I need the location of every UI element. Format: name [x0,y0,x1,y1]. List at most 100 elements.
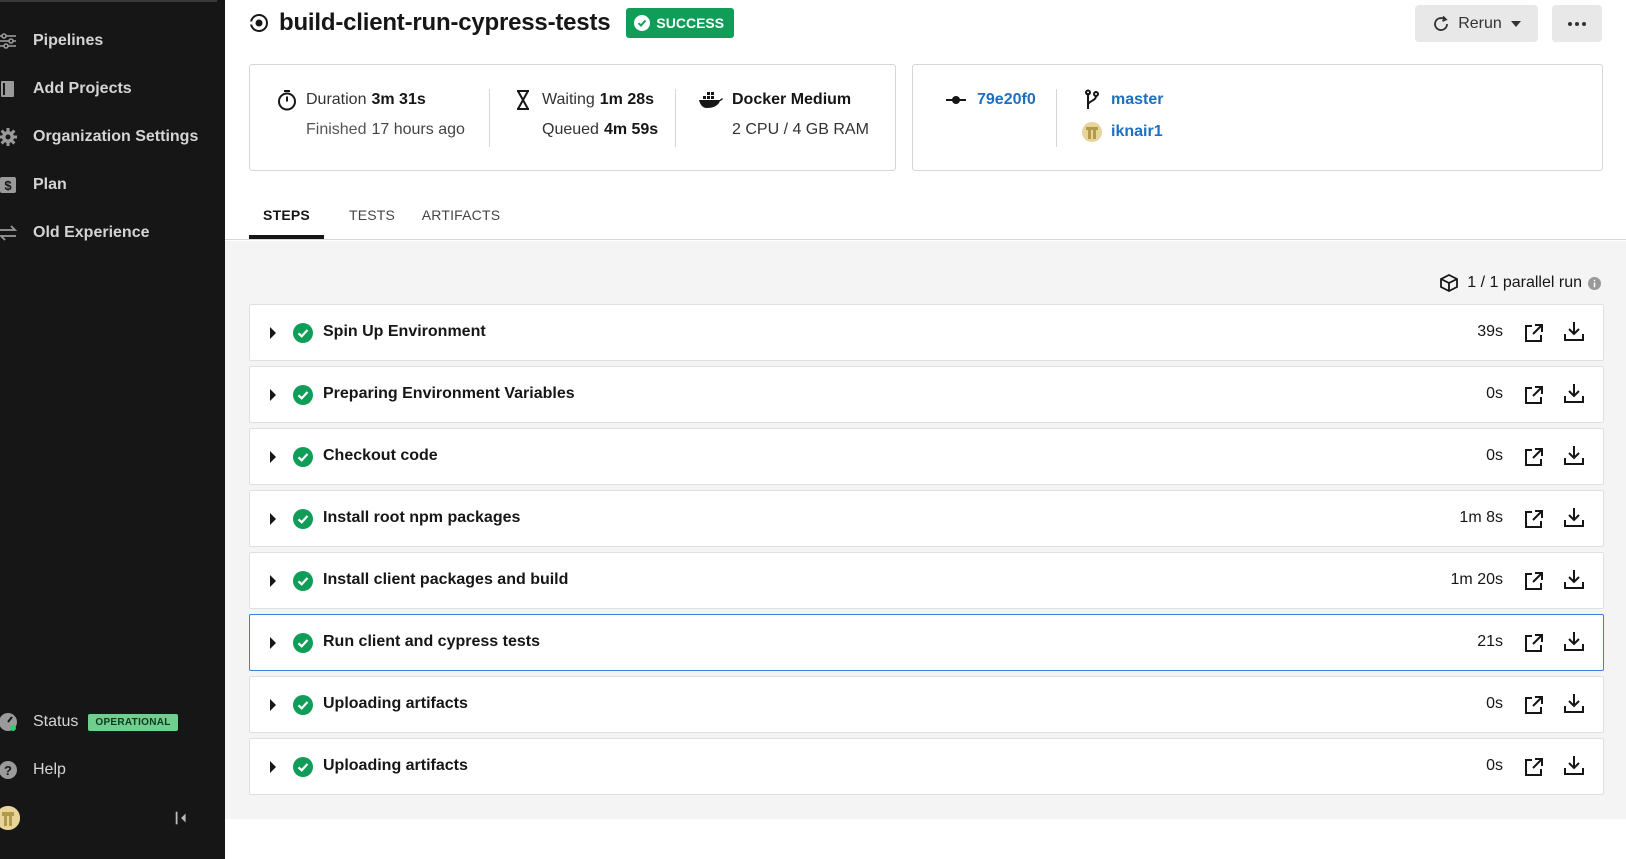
check-circle-icon [293,323,313,343]
sidebar-item-pipelines[interactable]: Pipelines [0,23,103,59]
chevron-down-icon [1510,20,1521,27]
check-circle-icon [293,571,313,591]
step-row[interactable]: Spin Up Environment 39s [249,304,1604,361]
download-icon[interactable] [1563,692,1585,714]
info-icon[interactable] [1588,276,1601,290]
rerun-button[interactable]: Rerun [1415,5,1538,42]
sidebar-item-old-experience[interactable]: Old Experience [0,215,150,251]
open-external-icon[interactable] [1523,508,1545,530]
user-link[interactable]: iknair1 [1111,123,1163,141]
status-link[interactable]: Status OPERATIONAL [0,708,178,736]
expand-caret-icon[interactable] [270,575,276,587]
sidebar-item-add-projects[interactable]: Add Projects [0,71,132,107]
sidebar-item-label: Old Experience [33,224,150,241]
sidebar: Pipelines Add Projects Organization Sett… [0,0,225,859]
download-icon[interactable] [1563,506,1585,528]
open-external-icon[interactable] [1523,632,1545,654]
expand-caret-icon[interactable] [270,699,276,711]
sidebar-divider [0,0,217,2]
job-header: build-client-run-cypress-tests SUCCESS [247,6,735,40]
branch-row: master [1081,89,1163,111]
download-icon[interactable] [1563,320,1585,342]
tab-steps[interactable]: STEPS [249,190,324,239]
duration-row: Duration 3m 31s [276,89,426,111]
step-name: Spin Up Environment [323,323,486,340]
tab-tests[interactable]: TESTS [337,190,407,239]
download-icon[interactable] [1563,754,1585,776]
swap-icon [0,223,18,243]
step-duration: 21s [1477,633,1503,650]
step-duration: 0s [1486,385,1503,402]
step-row[interactable]: Uploading artifacts 0s [249,738,1604,795]
divider [1056,89,1057,147]
more-actions-button[interactable] [1552,5,1602,42]
step-duration: 0s [1486,447,1503,464]
stopwatch-icon [276,89,298,111]
expand-caret-icon[interactable] [270,513,276,525]
commit-sha-link[interactable]: 79e20f0 [977,91,1036,109]
step-row[interactable]: Uploading artifacts 0s [249,676,1604,733]
executor-row: Docker Medium [698,89,851,111]
check-circle-icon [293,447,313,467]
tab-bar: STEPS TESTS ARTIFACTS [225,190,1626,240]
expand-caret-icon[interactable] [270,327,276,339]
open-external-icon[interactable] [1523,446,1545,468]
divider [675,89,676,147]
hourglass-icon [512,89,534,111]
commit-icon [945,89,967,111]
download-icon[interactable] [1563,444,1585,466]
page-title: build-client-run-cypress-tests [279,9,611,36]
step-row[interactable]: Preparing Environment Variables 0s [249,366,1604,423]
queued-row: Queued 4m 59s [542,121,658,139]
step-duration: 39s [1477,323,1503,340]
step-name: Checkout code [323,447,438,464]
expand-caret-icon[interactable] [270,761,276,773]
open-external-icon[interactable] [1523,384,1545,406]
status-badge: OPERATIONAL [88,713,178,731]
tab-artifacts[interactable]: ARTIFACTS [411,190,511,239]
open-external-icon[interactable] [1523,756,1545,778]
download-icon[interactable] [1563,382,1585,404]
rerun-label: Rerun [1458,14,1502,32]
check-circle-icon [293,633,313,653]
sidebar-item-plan[interactable]: $ Plan [0,167,67,203]
divider [489,89,490,147]
user-row: iknair1 [1081,121,1163,143]
open-external-icon[interactable] [1523,322,1545,344]
step-name: Uploading artifacts [323,757,468,774]
job-summary-card: Duration 3m 31s Finished 17 hours ago Wa… [249,64,896,171]
help-label: Help [33,761,66,778]
expand-caret-icon[interactable] [270,451,276,463]
step-row[interactable]: Install root npm packages 1m 8s [249,490,1604,547]
user-avatar[interactable] [0,806,20,830]
help-icon: ? [0,760,18,780]
branch-icon [1081,89,1103,111]
executor-value: Docker Medium [732,91,852,108]
step-row[interactable]: Run client and cypress tests 21s [249,614,1604,671]
step-duration: 0s [1486,695,1503,712]
step-row[interactable]: Install client packages and build 1m 20s [249,552,1604,609]
download-icon[interactable] [1563,630,1585,652]
docker-icon [698,89,724,111]
waiting-label: Waiting [542,91,595,108]
sidebar-item-organization-settings[interactable]: Organization Settings [0,119,198,155]
open-external-icon[interactable] [1523,570,1545,592]
waiting-row: Waiting 1m 28s [512,89,654,111]
resources-row: 2 CPU / 4 GB RAM [732,121,869,139]
step-row[interactable]: Checkout code 0s [249,428,1604,485]
finished-value: 17 hours ago [371,121,465,138]
svg-text:?: ? [4,763,12,778]
branch-link[interactable]: master [1111,91,1163,109]
duration-value: 3m 31s [371,91,426,108]
help-link[interactable]: ? Help [0,756,66,784]
step-name: Run client and cypress tests [323,633,540,650]
duration-label: Duration [306,91,367,108]
status-badge-label: SUCCESS [656,15,725,31]
user-avatar [1081,121,1103,143]
collapse-sidebar-icon[interactable] [172,808,192,828]
expand-caret-icon[interactable] [270,389,276,401]
open-external-icon[interactable] [1523,694,1545,716]
step-duration: 1m 8s [1459,509,1503,526]
expand-caret-icon[interactable] [270,637,276,649]
download-icon[interactable] [1563,568,1585,590]
